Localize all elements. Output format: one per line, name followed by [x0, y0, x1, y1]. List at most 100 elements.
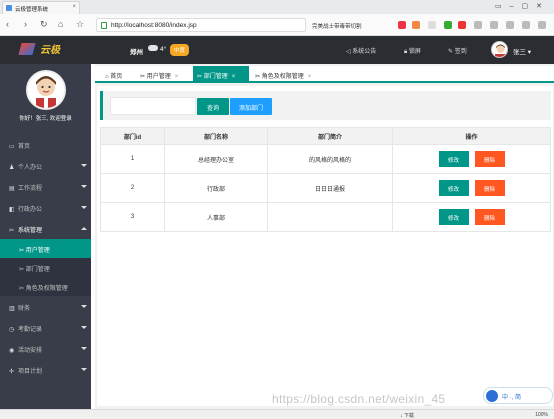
tab-user-management[interactable]: ✂ 用户管理 ×: [136, 66, 192, 83]
table-row: 3 人事部 修改 删除: [100, 202, 551, 232]
sidebar-item-admin[interactable]: ◧ 行政办公: [0, 197, 91, 218]
chevron-down-icon: [81, 305, 87, 308]
search-input[interactable]: [110, 97, 196, 115]
browser-navbar: ‹ › ↻ ⌂ ☆ http://localhost:8080/index.js…: [0, 14, 554, 36]
query-button[interactable]: 查询: [197, 98, 229, 115]
sidebar-item-attendance[interactable]: ◷ 考勤记录: [0, 317, 91, 338]
tab-role-management[interactable]: ✂ 角色及权限管理 ×: [251, 66, 333, 83]
extension-icon[interactable]: [458, 21, 466, 29]
username-label: 张三: [513, 49, 526, 56]
address-bar[interactable]: http://localhost:8080/index.jsp: [96, 18, 306, 32]
sidebar-item-system[interactable]: ✂ 系统管理: [0, 218, 91, 239]
column-header-intro: 部门简介: [267, 127, 393, 145]
sidebar-item-label: 项目计划: [18, 369, 43, 375]
wrench-icon: ✂: [255, 74, 261, 80]
welcome-text: 你好！张三, 欢迎登录: [19, 116, 72, 122]
sidebar-item-department-management[interactable]: ✂ 部门管理: [0, 258, 91, 277]
sidebar-item-personal[interactable]: ♟ 个人办公: [0, 155, 91, 176]
app-header: 云极 郑州 4° 中度 ◁ 系统公告 🔒︎ 锁屏 ✎ 签到 张三 ▾: [0, 36, 554, 64]
bookmark-icon[interactable]: [474, 21, 482, 29]
headphones-icon[interactable]: [490, 21, 498, 29]
sidebar-item-activity[interactable]: ◉ 活动安排: [0, 338, 91, 359]
extension-icon[interactable]: [398, 21, 406, 29]
extension-icon[interactable]: [412, 21, 420, 29]
weather-city: 郑州: [130, 49, 143, 56]
cut-icon[interactable]: [522, 21, 530, 29]
tab-home[interactable]: ⌂ 首页: [101, 66, 135, 83]
close-icon[interactable]: ×: [175, 74, 179, 80]
app-logo[interactable]: 云极: [18, 41, 60, 56]
lock-label: 锁屏: [408, 49, 421, 55]
department-table: 部门id 部门名称 部门简介 操作 1 总经理办公室 的风格的风格的 修改 删除 …: [100, 127, 551, 232]
ime-floating-bar[interactable]: 中 ·, 简: [483, 387, 553, 404]
window-controls[interactable]: ▭–▢✕: [495, 2, 550, 10]
back-icon[interactable]: ‹: [6, 19, 9, 29]
grid-icon[interactable]: [428, 21, 436, 29]
edit-button[interactable]: 修改: [438, 180, 469, 196]
cell-actions: 修改 删除: [392, 202, 551, 232]
logo-text: 云极: [40, 45, 60, 56]
browser-tab-bar: 云极管理系统 × ▭–▢✕: [0, 0, 554, 14]
sidebar: 你好！张三, 欢迎登录 ▭ 首页 ♟ 个人办公 ▤ 工作流程 ◧ 行政办公 ✂ 系统管理 …: [0, 64, 91, 409]
tab-department-management[interactable]: ✂ 部门管理 ×: [193, 66, 249, 83]
downloads-label: 下载: [403, 413, 414, 419]
browser-status-bar: ↓ 下载 100%: [0, 409, 554, 419]
sidebar-item-label: 财务: [18, 306, 31, 312]
edit-button[interactable]: 修改: [438, 151, 469, 167]
ime-text: 中 ·, 简: [502, 395, 521, 401]
table-row: 1 总经理办公室 的风格的风格的 修改 删除: [100, 144, 551, 174]
column-header-actions: 操作: [392, 127, 551, 145]
favicon-icon: [6, 5, 12, 11]
sidebar-item-label: 首页: [18, 144, 31, 150]
profile-avatar: [25, 70, 66, 110]
cell-name: 行政部: [164, 173, 268, 203]
delete-button[interactable]: 删除: [474, 151, 505, 167]
sidebar-item-projects[interactable]: ✢ 项目计划: [0, 359, 91, 380]
sidebar-item-label: 工作流程: [18, 186, 43, 192]
browser-ad-text[interactable]: 完美战士带毒带切割: [312, 22, 362, 30]
close-icon[interactable]: ×: [232, 74, 236, 80]
sidebar-item-workflow[interactable]: ▤ 工作流程: [0, 176, 91, 197]
lock-button[interactable]: 🔒︎ 锁屏: [404, 46, 421, 56]
undo-icon[interactable]: [506, 21, 514, 29]
delete-button[interactable]: 删除: [474, 180, 505, 196]
sidebar-item-finance[interactable]: ▥ 财务: [0, 296, 91, 317]
delete-button[interactable]: 删除: [474, 209, 505, 225]
wrench-icon: ✂: [9, 228, 15, 234]
wrench-icon: ✂: [19, 286, 25, 292]
weather-temperature: 4°: [160, 46, 167, 53]
plan-icon: ✢: [9, 369, 15, 375]
reload-icon[interactable]: ↻: [40, 19, 48, 30]
sidebar-item-role-management[interactable]: ✂ 角色及权限管理: [0, 277, 91, 296]
downloads-button[interactable]: ↓ 下载: [400, 412, 414, 419]
tab-label: 首页: [110, 74, 123, 80]
sidebar-item-label: 考勤记录: [18, 327, 43, 333]
close-icon[interactable]: ×: [308, 74, 312, 80]
star-icon[interactable]: ☆: [76, 19, 84, 30]
wrench-icon: ✂: [19, 248, 25, 254]
avatar[interactable]: [491, 41, 508, 58]
sidebar-item-home[interactable]: ▭ 首页: [0, 134, 91, 155]
cell-name: 总经理办公室: [164, 144, 268, 174]
add-department-button[interactable]: 添加部门: [230, 98, 272, 115]
monitor-icon: ▭: [9, 144, 15, 150]
user-menu[interactable]: 张三 ▾: [513, 46, 531, 56]
shield-icon[interactable]: [444, 21, 452, 29]
column-header-name: 部门名称: [164, 127, 268, 145]
checkin-button[interactable]: ✎ 签到: [448, 46, 467, 55]
announcement-button[interactable]: ◁ 系统公告: [346, 46, 376, 55]
edit-button[interactable]: 修改: [438, 209, 469, 225]
sidebar-item-user-management[interactable]: ✂ 用户管理: [0, 239, 91, 258]
activity-icon: ◉: [9, 348, 15, 354]
watermark: https://blog.csdn.net/weixin_45: [272, 392, 446, 406]
sidebar-item-label: 行政办公: [18, 207, 43, 213]
cell-name: 人事部: [164, 202, 268, 232]
clock-icon: ◷: [9, 327, 15, 333]
browser-tab[interactable]: 云极管理系统 ×: [2, 1, 80, 14]
home-icon[interactable]: ⌂: [58, 19, 63, 29]
close-tab-icon[interactable]: ×: [72, 4, 76, 10]
menu-icon[interactable]: [538, 21, 546, 29]
zoom-level[interactable]: 100%: [535, 412, 548, 418]
forward-icon[interactable]: ›: [24, 19, 27, 29]
cell-actions: 修改 删除: [392, 144, 551, 174]
